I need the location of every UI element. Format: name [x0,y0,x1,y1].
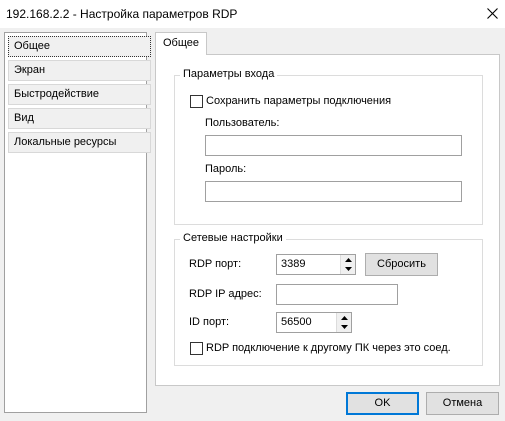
rdp-ip-input[interactable] [276,284,398,305]
nav-item-view[interactable]: Вид [8,108,151,129]
spin-up-icon[interactable] [337,313,351,322]
spin-down-icon[interactable] [337,322,351,331]
rdp-port-label: RDP порт: [189,258,242,270]
close-button[interactable] [480,2,505,24]
nav-item-label: Локальные ресурсы [14,136,117,148]
spin-up-icon[interactable] [341,255,355,264]
rdp-port-value: 3389 [281,258,306,270]
save-credentials-checkbox[interactable] [190,95,203,108]
nav-item-screen[interactable]: Экран [8,60,151,81]
password-label: Пароль: [205,163,247,175]
spin-down-icon[interactable] [341,264,355,273]
user-label: Пользователь: [205,117,280,129]
tab-label: Общее [163,37,200,49]
nav-item-label: Вид [14,112,34,124]
relay-connection-label: RDP подключение к другому ПК через это с… [206,342,451,354]
login-group-title: Параметры входа [180,68,278,80]
nav-item-general[interactable]: Общее [8,36,151,57]
tab-general[interactable]: Общее [155,32,207,55]
user-input[interactable] [205,135,462,156]
nav-item-label: Экран [14,64,46,76]
cancel-button[interactable]: Отмена [426,392,499,415]
save-credentials-label: Сохранить параметры подключения [206,95,392,107]
id-port-input[interactable]: 56500 [276,312,352,333]
reset-port-button[interactable]: Сбросить [365,253,438,276]
rdp-port-spinner[interactable] [340,255,355,274]
id-port-spinner[interactable] [336,313,351,332]
login-group: Параметры входа Сохранить параметры подк… [174,68,483,225]
id-port-label: ID порт: [189,316,230,328]
nav-item-label: Общее [14,40,51,52]
ok-button[interactable]: OK [346,392,419,415]
nav-item-label: Быстродействие [14,88,99,100]
nav-item-performance[interactable]: Быстродействие [8,84,151,105]
rdp-ip-label: RDP IP адрес: [189,288,262,300]
network-group: Сетевые настройки RDP порт: 3389 Сбросит… [174,232,483,366]
tab-page-general: Параметры входа Сохранить параметры подк… [155,54,500,386]
window-title: 192.168.2.2 - Настройка параметров RDP [6,7,238,21]
password-input[interactable] [205,181,462,202]
nav-item-local-resources[interactable]: Локальные ресурсы [8,132,151,153]
relay-connection-checkbox[interactable] [190,342,203,355]
network-group-title: Сетевые настройки [180,232,286,244]
close-icon [487,7,498,19]
id-port-value: 56500 [281,316,312,328]
title-bar: 192.168.2.2 - Настройка параметров RDP [0,0,505,28]
settings-nav: Общее Экран Быстродействие Вид Локальные… [4,32,151,413]
rdp-port-input[interactable]: 3389 [276,254,356,275]
